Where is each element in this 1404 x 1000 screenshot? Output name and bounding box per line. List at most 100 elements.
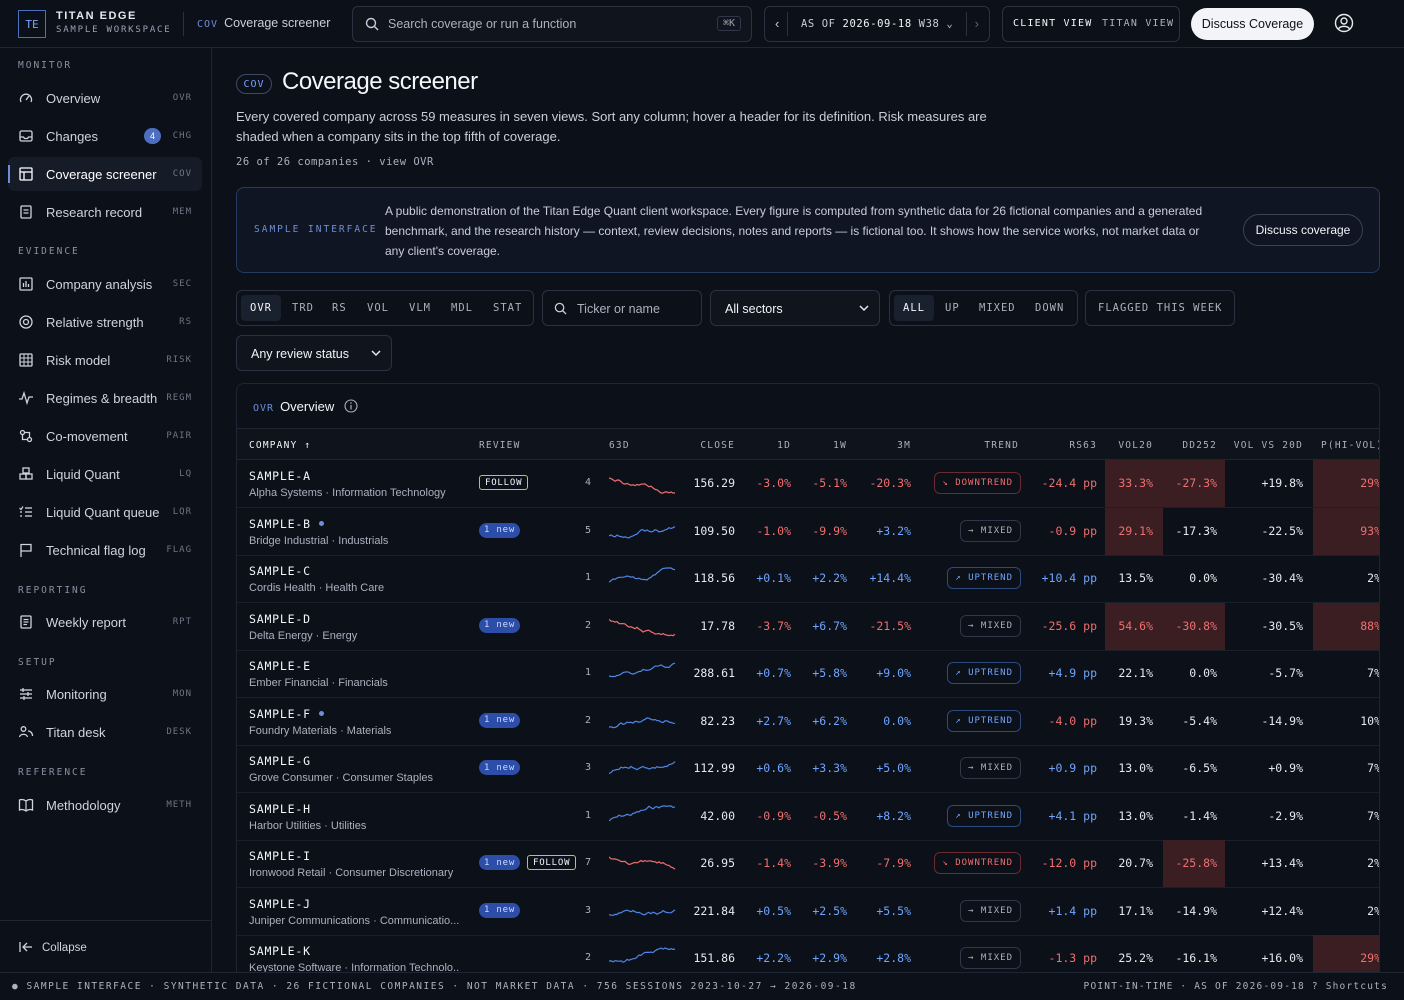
sidebar-item-lqr[interactable]: Liquid Quant queue LQR (8, 495, 202, 529)
filter-all[interactable]: ALL (903, 302, 925, 314)
sidebar-item-cov[interactable]: Coverage screener COV (8, 157, 202, 191)
trend-badge[interactable]: ↗ UPTREND (947, 567, 1021, 589)
tab-vol[interactable]: VOL (367, 302, 389, 314)
ticker[interactable]: SAMPLE-K (249, 944, 311, 958)
ticker[interactable]: SAMPLE-D (249, 612, 311, 626)
ticker[interactable]: SAMPLE-B (249, 517, 324, 531)
col-63d[interactable]: 63D (609, 440, 630, 451)
discuss-coverage-secondary-button[interactable]: Discuss coverage (1243, 214, 1363, 246)
sidebar-item-mon[interactable]: Monitoring MON (8, 677, 202, 711)
ticker[interactable]: SAMPLE-C (249, 564, 311, 578)
col-trend[interactable]: TREND (984, 440, 1019, 451)
trend-badge[interactable]: → MIXED (960, 947, 1021, 969)
review-new-badge[interactable]: 1 new (479, 617, 521, 633)
table-row[interactable]: SAMPLE-F Foundry Materials · Materials 1… (237, 698, 1379, 746)
ticker[interactable]: SAMPLE-I (249, 849, 311, 863)
ticker[interactable]: SAMPLE-E (249, 659, 311, 673)
trend-badge[interactable]: → MIXED (960, 614, 1021, 637)
tab-vlm[interactable]: VLM (409, 302, 431, 314)
table-row[interactable]: SAMPLE-J Juniper Communications · Commun… (237, 888, 1379, 936)
sidebar-item-regm[interactable]: Regimes & breadth REGM (8, 381, 202, 415)
discuss-coverage-button[interactable]: Discuss Coverage (1191, 8, 1314, 40)
trend-badge[interactable]: ↘ DOWNTREND (934, 472, 1021, 494)
tab-trd[interactable]: TRD (292, 302, 314, 314)
filter-up[interactable]: UP (945, 302, 960, 314)
col-vol20[interactable]: VOL20 (1118, 440, 1153, 451)
review-new-badge[interactable]: 1 new (479, 855, 521, 870)
sidebar-item-desk[interactable]: Titan desk DESK (8, 715, 202, 749)
sidebar-item-rs[interactable]: Relative strength RS (8, 305, 202, 339)
trend-badge[interactable]: ↗ UPTREND (947, 709, 1021, 732)
table-row[interactable]: SAMPLE-G Grove Consumer · Consumer Stapl… (237, 745, 1379, 793)
review-new-badge[interactable]: 1 new (479, 902, 521, 918)
col-p-hi-vol[interactable]: P(HI-VOL) (1321, 440, 1379, 451)
col-1w[interactable]: 1W (833, 440, 847, 451)
table-row[interactable]: SAMPLE-K Keystone Software · Information… (237, 935, 1379, 972)
footer-right[interactable]: POINT-IN-TIME · AS OF 2026-09-18 ? Short… (1084, 981, 1388, 992)
titan-view-button[interactable]: TITAN VIEW (1102, 18, 1174, 29)
tab-ovr[interactable]: OVR (250, 302, 272, 314)
table-row[interactable]: SAMPLE-C Cordis Health · Health Care 1 1… (237, 555, 1379, 603)
col-review[interactable]: REVIEW (479, 440, 521, 451)
sidebar-item-meth[interactable]: Methodology METH (8, 788, 202, 822)
chevron-right-icon[interactable]: › (975, 16, 979, 31)
col-1d[interactable]: 1D (777, 440, 791, 451)
sector-select[interactable]: All sectors (710, 290, 880, 326)
as-of-label[interactable]: AS OF 2026-09-18 W38 ⌄ (801, 18, 953, 30)
ticker-search-input[interactable]: Ticker or name (542, 290, 702, 326)
review-new-badge[interactable]: 1 new (479, 712, 521, 728)
sidebar-item-chg[interactable]: Changes 4 CHG (8, 119, 202, 153)
tab-rs[interactable]: RS (332, 302, 347, 314)
change-1w: -9.9% (812, 523, 847, 538)
review-follow-badge[interactable]: FOLLOW (479, 475, 529, 490)
flagged-toggle[interactable]: FLAGGED THIS WEEK (1085, 290, 1235, 326)
sidebar-item-risk[interactable]: Risk model RISK (8, 343, 202, 377)
trend-badge[interactable]: ↗ UPTREND (947, 662, 1021, 684)
sidebar-item-mem[interactable]: Research record MEM (8, 195, 202, 229)
col-3m[interactable]: 3M (897, 440, 911, 451)
trend-badge[interactable]: → MIXED (960, 899, 1021, 922)
table-row[interactable]: SAMPLE-D Delta Energy · Energy 1 new 2 1… (237, 602, 1379, 651)
ticker[interactable]: SAMPLE-J (249, 897, 311, 911)
col-close[interactable]: CLOSE (700, 440, 735, 451)
info-icon[interactable] (344, 399, 358, 413)
col-dd252[interactable]: DD252 (1182, 440, 1217, 451)
ticker[interactable]: SAMPLE-H (249, 802, 311, 816)
ticker[interactable]: SAMPLE-G (249, 754, 311, 768)
filter-mixed[interactable]: MIXED (979, 302, 1016, 314)
col-company[interactable]: COMPANY ↑ (249, 440, 311, 451)
chevron-left-icon[interactable]: ‹ (775, 16, 779, 31)
review-new-badge[interactable]: 1 new (479, 760, 521, 775)
ticker[interactable]: SAMPLE-F (249, 707, 324, 721)
table-row[interactable]: SAMPLE-A Alpha Systems · Information Tec… (237, 460, 1379, 508)
tab-mdl[interactable]: MDL (451, 302, 473, 314)
review-new-badge[interactable]: 1 new (479, 522, 521, 538)
review-status-select[interactable]: Any review status (236, 335, 392, 371)
logo[interactable]: TE (18, 10, 46, 38)
tab-stat[interactable]: STAT (493, 302, 522, 314)
global-search[interactable]: Search coverage or run a function ⌘K (352, 6, 752, 42)
sidebar-item-ovr[interactable]: Overview OVR (8, 81, 202, 115)
filter-down[interactable]: DOWN (1035, 302, 1064, 314)
review-follow-badge[interactable]: FOLLOW (527, 855, 577, 870)
col-rs63[interactable]: RS63 (1069, 440, 1097, 451)
sidebar-item-lq[interactable]: Liquid Quant LQ (8, 457, 202, 491)
table-row[interactable]: SAMPLE-H Harbor Utilities · Utilities 1 … (237, 793, 1379, 841)
trend-badge[interactable]: ↘ DOWNTREND (934, 852, 1021, 874)
sidebar-item-rpt[interactable]: Weekly report RPT (8, 605, 202, 639)
trend-badge[interactable]: ↗ UPTREND (947, 804, 1021, 827)
user-icon[interactable] (1334, 13, 1354, 33)
client-view-button[interactable]: CLIENT VIEW (1013, 18, 1092, 29)
sidebar-item-pair[interactable]: Co-movement PAIR (8, 419, 202, 453)
col-vol-vs-20d[interactable]: VOL VS 20D (1234, 440, 1303, 451)
as-of-date-picker[interactable]: ‹ AS OF 2026-09-18 W38 ⌄ › (764, 6, 990, 42)
table-row[interactable]: SAMPLE-I Ironwood Retail · Consumer Disc… (237, 840, 1379, 888)
sidebar-item-sec[interactable]: Company analysis SEC (8, 267, 202, 301)
collapse-button[interactable]: Collapse (0, 920, 212, 972)
sidebar-item-flag[interactable]: Technical flag log FLAG (8, 533, 202, 567)
table-row[interactable]: SAMPLE-B Bridge Industrial · Industrials… (237, 507, 1379, 556)
table-row[interactable]: SAMPLE-E Ember Financial · Financials 1 … (237, 650, 1379, 698)
ticker[interactable]: SAMPLE-A (249, 469, 311, 483)
trend-badge[interactable]: → MIXED (960, 757, 1021, 779)
trend-badge[interactable]: → MIXED (960, 519, 1021, 542)
